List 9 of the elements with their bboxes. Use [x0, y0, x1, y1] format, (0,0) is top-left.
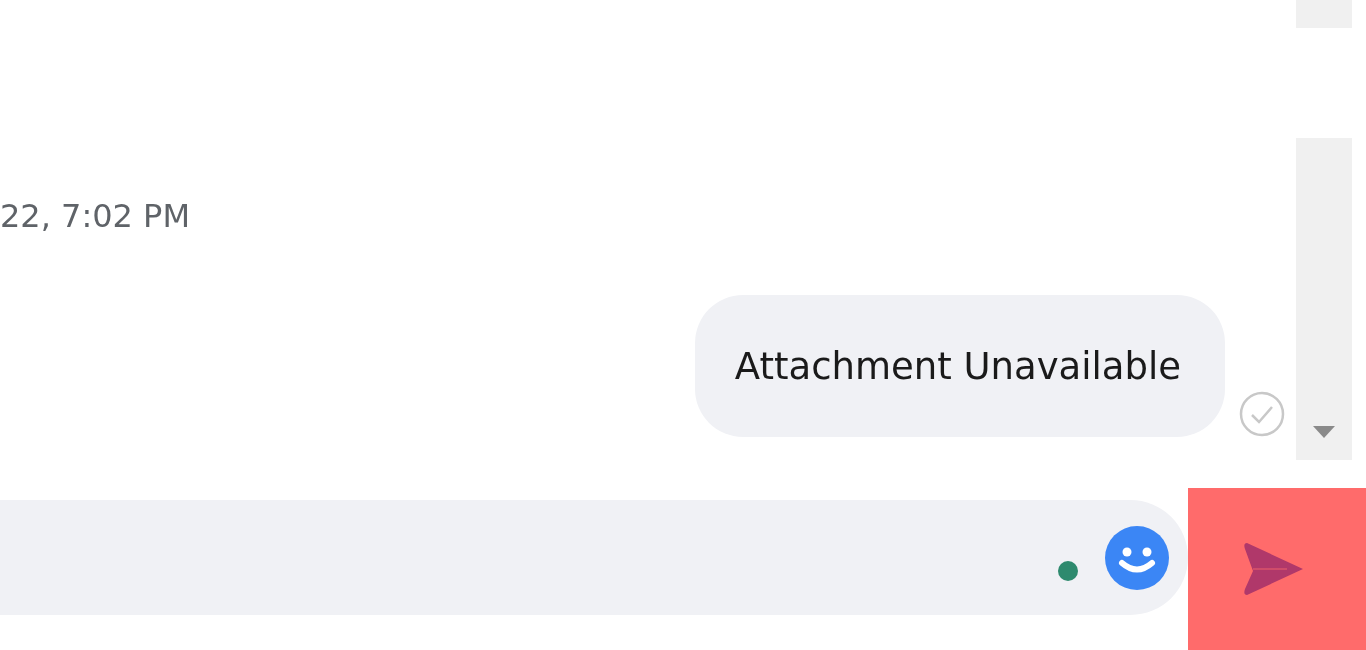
emoji-icon[interactable]	[1105, 525, 1169, 590]
message-input-field[interactable]	[0, 500, 1188, 615]
send-button[interactable]	[1188, 488, 1366, 650]
scroll-down-icon[interactable]	[1313, 426, 1335, 438]
message-bubble: Attachment Unavailable	[694, 295, 1225, 437]
scrollbar-track[interactable]	[1296, 138, 1352, 460]
status-dot-icon	[1058, 560, 1078, 581]
message-timestamp: 22, 7:02 PM	[0, 196, 191, 236]
check-icon	[1239, 391, 1285, 437]
